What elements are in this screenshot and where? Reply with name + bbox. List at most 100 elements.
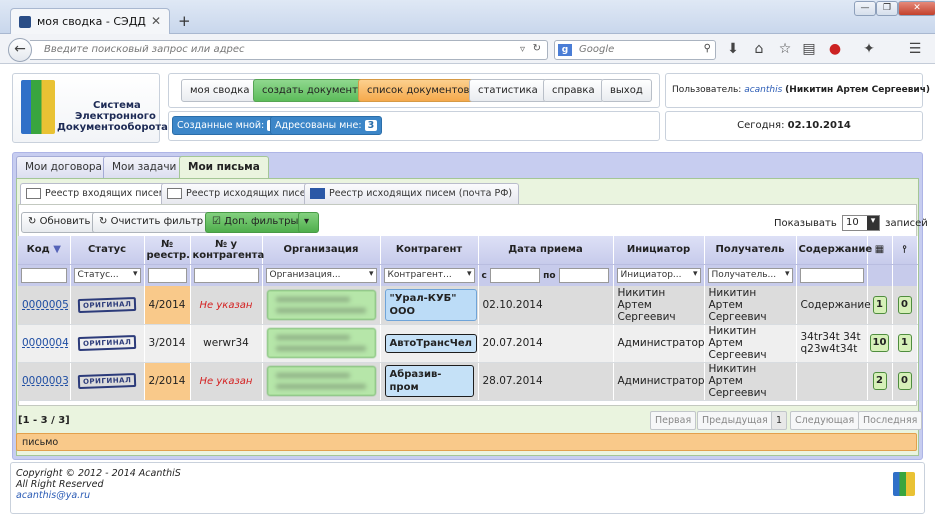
- contact-email-link[interactable]: acanthis@ya.ru: [16, 490, 90, 501]
- filter-contractor-select[interactable]: Контрагент...: [383, 267, 475, 283]
- extension-icon[interactable]: ✦: [860, 41, 878, 57]
- more-filters-dropdown-button[interactable]: ▾: [298, 212, 319, 233]
- adblock-icon[interactable]: ●: [826, 41, 844, 57]
- contractor-badge[interactable]: "Урал-КУБ" ООО: [384, 288, 477, 321]
- status-cell: ОРИГИНАЛ: [70, 362, 145, 401]
- col-organization[interactable]: Организация: [262, 236, 381, 265]
- organization-blurred[interactable]: [266, 289, 376, 320]
- magnifier-icon[interactable]: ⚲: [704, 43, 711, 54]
- files-count-badge[interactable]: 1: [897, 334, 912, 352]
- close-window-button[interactable]: ✕: [898, 1, 935, 16]
- close-tab-icon[interactable]: ✕: [151, 14, 161, 28]
- today-value: 02.10.2014: [787, 120, 851, 131]
- filter-recipient-select[interactable]: Получатель...: [707, 267, 793, 283]
- col-recipient[interactable]: Получатель: [704, 236, 797, 265]
- filter-org-select[interactable]: Организация...: [265, 267, 377, 283]
- col-code[interactable]: Код ▼: [18, 236, 71, 265]
- tab-title: моя сводка - СЭДД: [37, 15, 146, 28]
- first-page-button[interactable]: Первая: [650, 411, 697, 430]
- page-favicon-icon: [19, 16, 31, 28]
- subtab-outgoing-post-registry[interactable]: Реестр исходящих писем (почта РФ): [304, 183, 520, 204]
- refresh-button[interactable]: ↻ Обновить: [21, 212, 98, 233]
- create-document-button[interactable]: создать документ: [253, 79, 367, 102]
- help-button[interactable]: справка: [543, 79, 604, 102]
- date-from-input[interactable]: [489, 267, 540, 283]
- attachments-count-badge[interactable]: 10: [869, 334, 890, 352]
- col-reg-no[interactable]: № реестр.: [144, 236, 191, 265]
- col-contractor[interactable]: Контрагент: [380, 236, 479, 265]
- clear-filter-label: Очистить фильтр: [110, 216, 204, 227]
- attachments-count-badge[interactable]: 1: [872, 295, 887, 314]
- subtab-incoming-registry[interactable]: Реестр входящих писем: [20, 183, 173, 204]
- current-page-button[interactable]: 1: [771, 411, 788, 430]
- exit-button[interactable]: выход: [601, 79, 652, 102]
- dropdown-arrow-icon[interactable]: ▿: [520, 44, 525, 55]
- original-stamp: ОРИГИНАЛ: [77, 334, 137, 352]
- logo-line-1: Системa: [93, 100, 141, 111]
- bookmark-star-icon[interactable]: ☆: [776, 41, 794, 57]
- back-button[interactable]: ←: [8, 38, 32, 62]
- statistics-button[interactable]: статистика: [469, 79, 547, 102]
- download-icon[interactable]: ⬇: [724, 41, 742, 57]
- tab-my-contracts[interactable]: Мои договора: [16, 156, 111, 178]
- clipboard-icon[interactable]: ▤: [800, 41, 818, 57]
- new-tab-button[interactable]: +: [178, 12, 191, 30]
- filter-code-input[interactable]: [21, 267, 67, 283]
- tab-my-letters[interactable]: Мои письма: [179, 156, 269, 179]
- page-size-select[interactable]: 10: [841, 215, 880, 231]
- table-row[interactable]: 0000005 ОРИГИНАЛ 4/2014 Не указан "Урал-…: [18, 286, 918, 325]
- last-page-button[interactable]: Последняя: [858, 411, 923, 430]
- contractor-badge[interactable]: Абразив-пром: [384, 365, 474, 397]
- filter-empty-cell: [892, 264, 918, 286]
- initiator-cell: Администратор: [613, 324, 705, 363]
- menu-hamburger-icon[interactable]: ☰: [906, 41, 924, 57]
- tab-my-tasks[interactable]: Мои задачи: [103, 156, 186, 178]
- more-filters-label: Доп. фильтры: [224, 216, 299, 227]
- subtab-outgoing-registry[interactable]: Реестр исходящих писем: [161, 183, 320, 204]
- contractor-cell: Абразив-пром: [380, 362, 479, 401]
- col-initiator[interactable]: Инициатор: [613, 236, 705, 265]
- app-logo[interactable]: Системa Электронного Документооборота: [12, 73, 168, 143]
- filter-date-cell: с по: [478, 264, 614, 286]
- addressed-to-me-badge[interactable]: Адресованы мне: 3: [270, 116, 383, 135]
- search-input[interactable]: g Google ⚲: [554, 40, 716, 60]
- prev-page-button[interactable]: Предыдущая: [697, 411, 773, 430]
- more-filters-button[interactable]: ☑ Доп. фильтры: [205, 212, 306, 233]
- home-icon[interactable]: ⌂: [750, 41, 768, 57]
- document-code-link[interactable]: 0000003: [22, 375, 69, 387]
- organization-blurred[interactable]: [266, 366, 376, 396]
- organization-cell: [262, 286, 381, 325]
- restore-button[interactable]: ❐: [876, 1, 898, 16]
- document-list-button[interactable]: список документов: [358, 79, 479, 102]
- menu-summary-button[interactable]: моя сводка: [181, 79, 259, 102]
- created-label: Созданные мной:: [177, 120, 265, 131]
- user-login[interactable]: acanthis: [744, 85, 782, 95]
- reload-icon[interactable]: ↻: [533, 43, 541, 54]
- table-row[interactable]: 0000004 ОРИГИНАЛ 3/2014 werwr34 АвтоТран…: [18, 324, 918, 363]
- contractor-badge[interactable]: АвтоТрансЧел: [384, 333, 477, 353]
- col-date[interactable]: Дата приема: [478, 236, 614, 265]
- col-status[interactable]: Статус: [70, 236, 145, 265]
- files-count-badge[interactable]: 0: [897, 372, 912, 390]
- clear-filter-button[interactable]: ↻ Очистить фильтр: [92, 212, 211, 233]
- table-row[interactable]: 0000003 ОРИГИНАЛ 2/2014 Не указан Абрази…: [18, 362, 918, 401]
- filter-status-select[interactable]: Статус...: [73, 267, 141, 283]
- browser-tab[interactable]: моя сводка - СЭДД ✕: [10, 8, 170, 34]
- files-count-badge[interactable]: 0: [897, 295, 912, 314]
- col-content[interactable]: Содержание: [796, 236, 872, 265]
- filter-initiator-select[interactable]: Инициатор...: [616, 267, 701, 283]
- filter-contr-no-input[interactable]: [193, 267, 259, 283]
- document-code-link[interactable]: 0000004: [22, 337, 69, 349]
- next-page-button[interactable]: Следующая: [790, 411, 860, 430]
- created-by-me-badge[interactable]: Созданные мной:1: [172, 116, 285, 135]
- minimize-button[interactable]: —: [854, 1, 876, 16]
- filter-content-input[interactable]: [799, 267, 864, 283]
- organization-blurred[interactable]: [266, 328, 376, 358]
- filter-contractor-cell: Контрагент...: [380, 264, 479, 286]
- filter-reg-input[interactable]: [147, 267, 187, 283]
- url-input[interactable]: Введите поисковый запрос или адрес ▿ ↻: [30, 40, 548, 60]
- date-to-input[interactable]: [558, 267, 609, 283]
- col-contractor-no[interactable]: № у контрагента: [190, 236, 264, 265]
- document-code-link[interactable]: 0000005: [22, 299, 69, 311]
- attachments-count-badge[interactable]: 2: [872, 372, 887, 390]
